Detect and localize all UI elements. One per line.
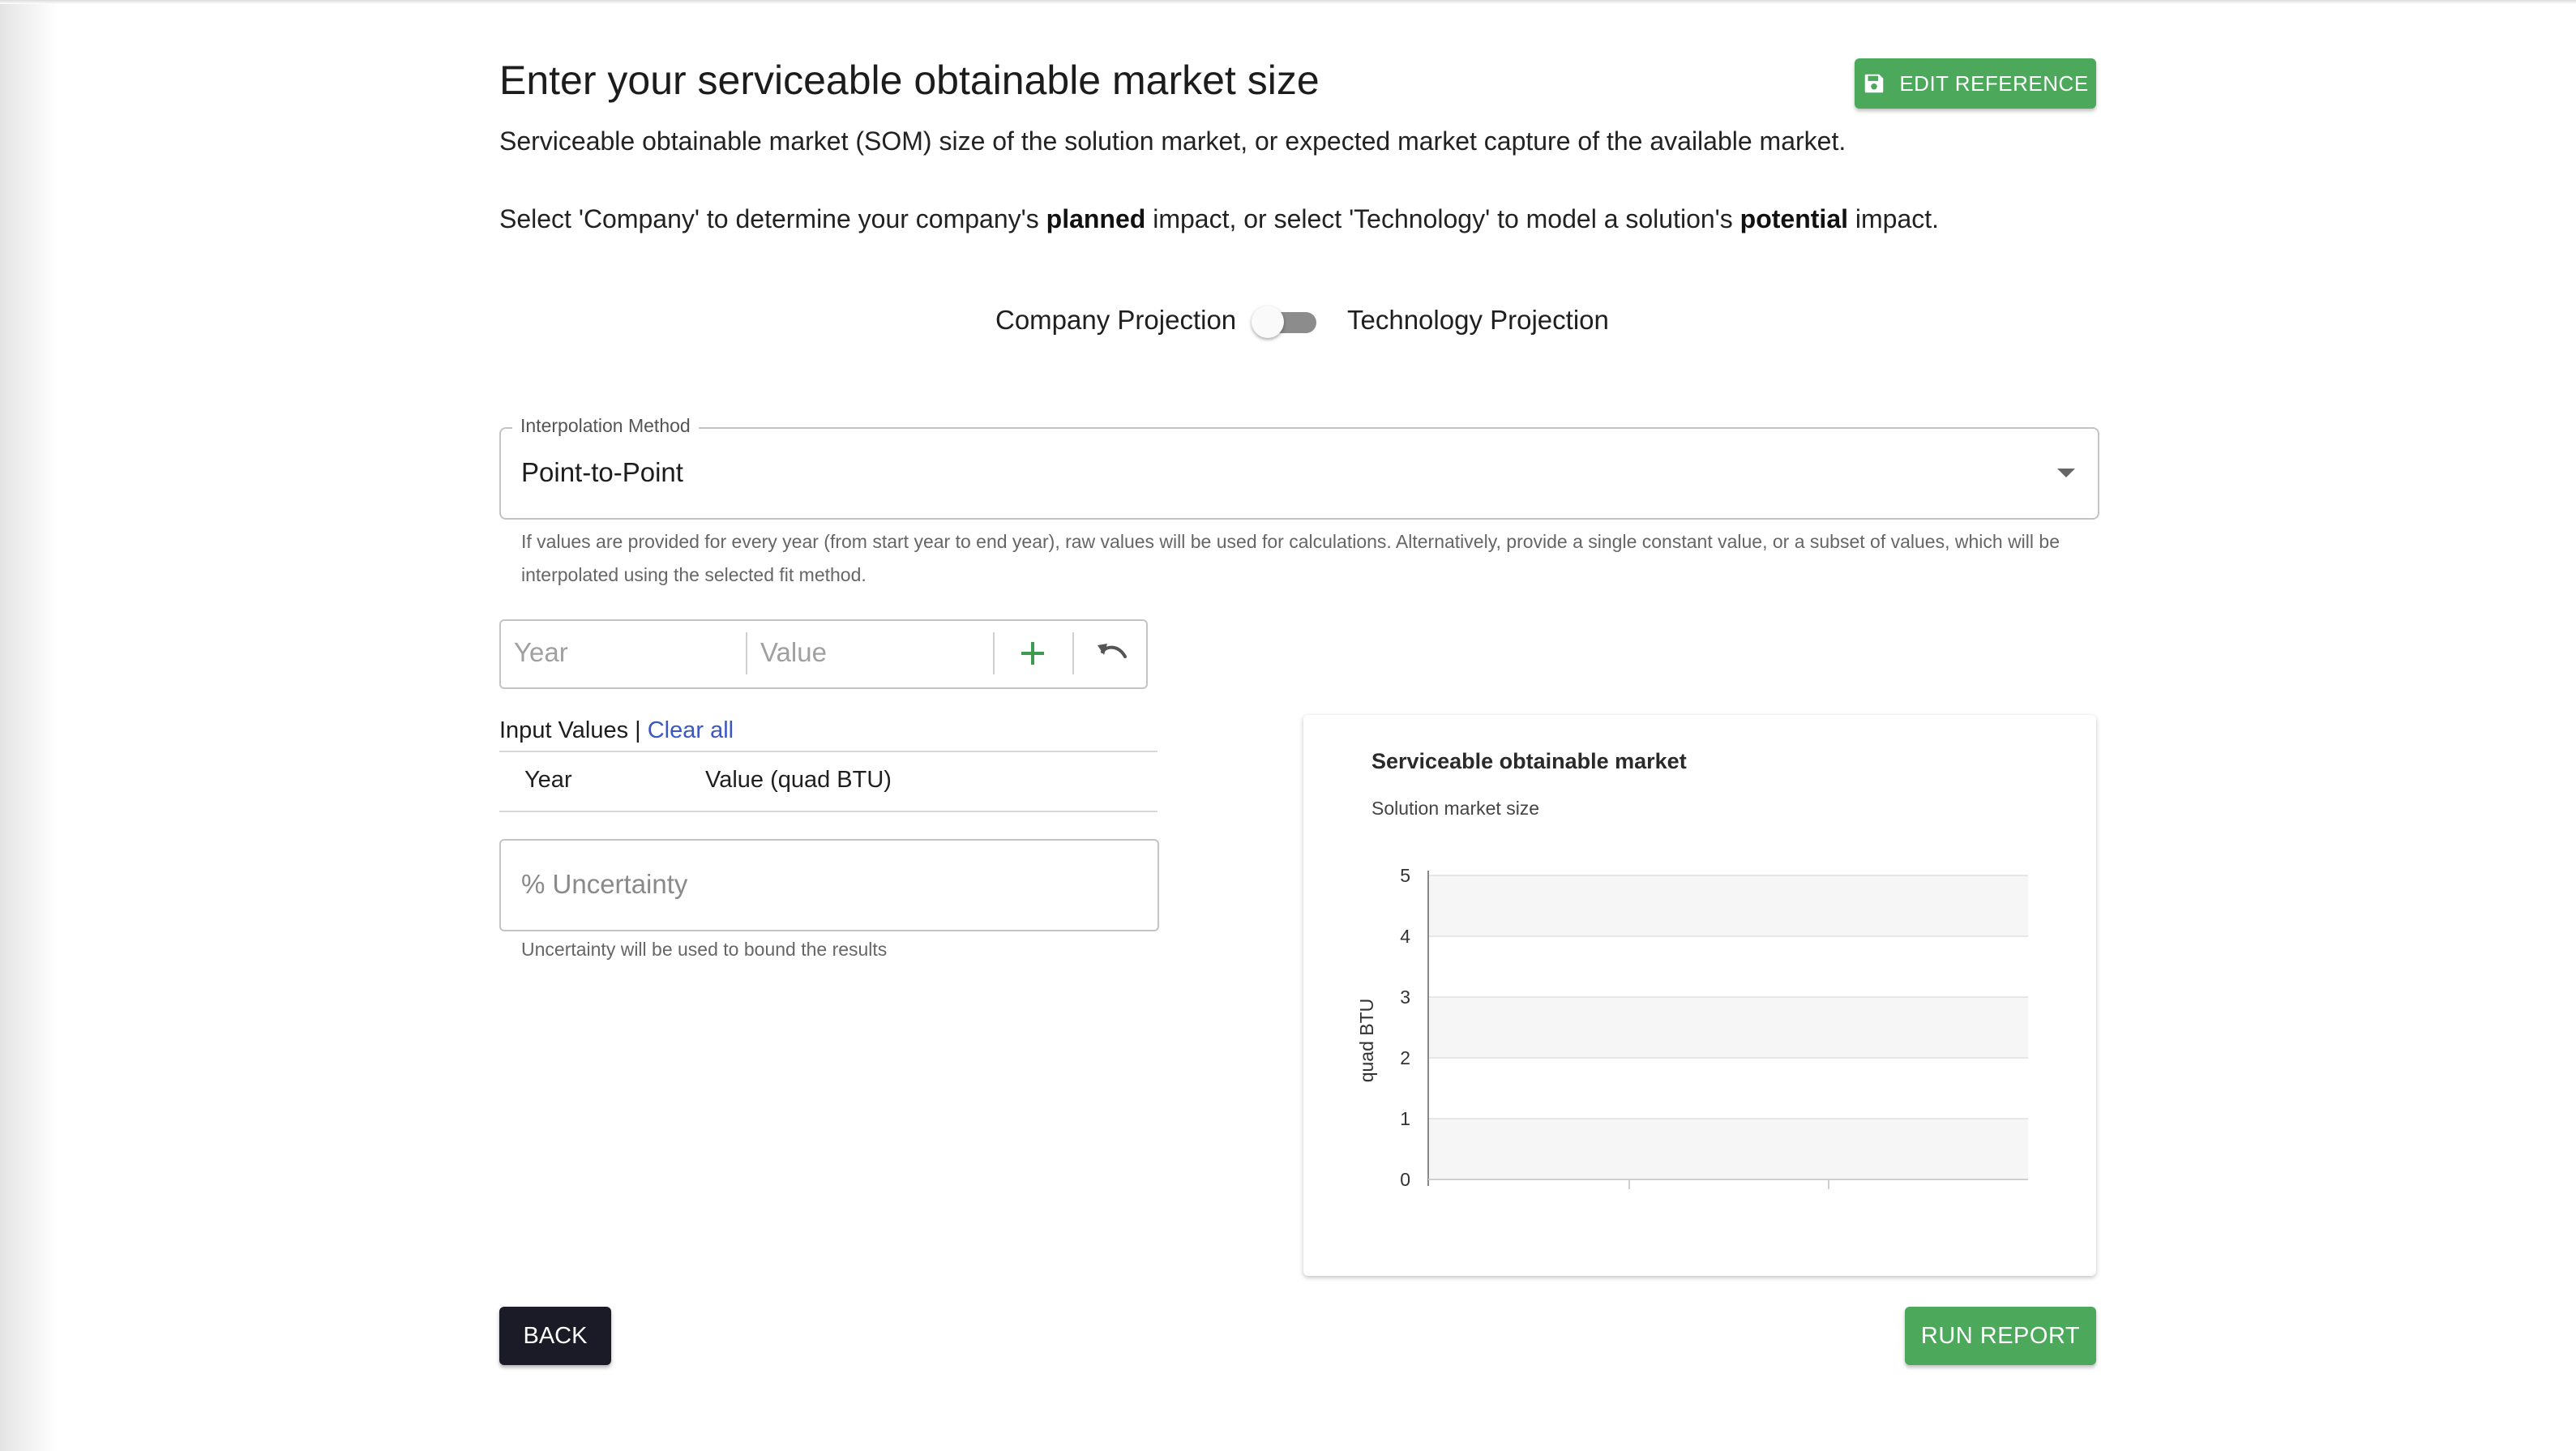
undo-icon[interactable] [1094, 639, 1130, 670]
y-tick-label: 4 [1400, 926, 1410, 947]
interpolation-method-legend: Interpolation Method [512, 415, 699, 437]
interpolation-method-select[interactable] [499, 427, 2099, 520]
table-top-border [499, 751, 1157, 752]
y-tick-label: 3 [1400, 987, 1410, 1008]
save-icon [1865, 74, 1884, 93]
y-tick-label: 2 [1400, 1047, 1410, 1068]
instructions-bold-potential: potential [1739, 204, 1848, 233]
projection-toggle-thumb[interactable] [1252, 306, 1284, 338]
dropdown-caret-icon[interactable] [2057, 469, 2075, 477]
interpolation-method-value[interactable]: Point-to-Point [521, 457, 683, 488]
uncertainty-helper-text: Uncertainty will be used to bound the re… [521, 939, 888, 960]
technology-projection-label: Technology Projection [1347, 305, 1609, 335]
chart-title: Serviceable obtainable market [1371, 749, 1687, 773]
projection-instructions: Select 'Company' to determine your compa… [499, 204, 1939, 234]
entry-divider [993, 632, 995, 674]
instructions-bold-planned: planned [1046, 204, 1146, 233]
uncertainty-placeholder[interactable]: % Uncertainty [521, 869, 687, 900]
chart-subtitle: Solution market size [1371, 798, 1540, 819]
y-tick-label: 0 [1400, 1169, 1410, 1190]
plus-icon[interactable] [1016, 637, 1049, 670]
y-axis-label: quad BTU [1356, 999, 1377, 1083]
run-report-button[interactable]: RUN REPORT [1905, 1307, 2096, 1365]
column-header-year: Year [524, 767, 572, 793]
entry-divider [746, 632, 747, 674]
instructions-part1: Select 'Company' to determine your compa… [499, 204, 1046, 233]
page-left-shade [0, 0, 57, 1451]
page-title: Enter your serviceable obtainable market… [499, 58, 1320, 103]
input-values-header: Input Values | Clear all [499, 717, 734, 744]
column-header-value: Value (quad BTU) [705, 767, 892, 793]
table-header-border [499, 811, 1157, 812]
year-input[interactable]: Year [514, 637, 568, 668]
input-values-label: Input Values | [499, 717, 648, 743]
edit-reference-label: EDIT REFERENCE [1899, 71, 2089, 96]
instructions-part3: impact. [1848, 204, 1940, 233]
y-tick-label: 5 [1400, 865, 1410, 886]
grid-band [1428, 1119, 2028, 1179]
entry-divider [1072, 632, 1074, 674]
interpolation-helper-text: If values are provided for every year (f… [521, 531, 2060, 585]
y-tick-label: 1 [1400, 1108, 1410, 1129]
company-projection-label: Company Projection [995, 305, 1237, 335]
grid-band [1428, 997, 2028, 1058]
chart-plot: 0 1 2 3 4 5 quad BTU [1356, 865, 2028, 1190]
clear-all-link[interactable]: Clear all [648, 717, 734, 743]
instructions-part2: impact, or select 'Technology' to model … [1145, 204, 1740, 233]
value-input[interactable]: Value [760, 637, 827, 668]
edit-reference-button[interactable]: EDIT REFERENCE [1855, 58, 2096, 109]
page-description: Serviceable obtainable market (SOM) size… [499, 126, 1846, 156]
back-button[interactable]: BACK [499, 1307, 611, 1365]
grid-band [1428, 875, 2028, 936]
page-top-shade [0, 0, 2576, 4]
